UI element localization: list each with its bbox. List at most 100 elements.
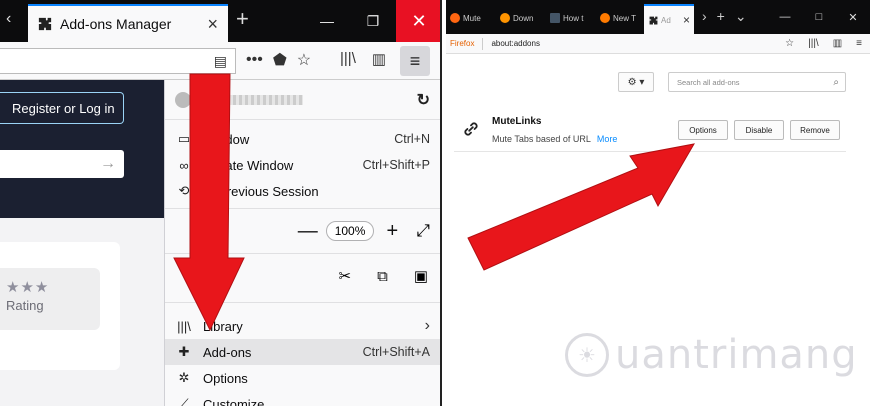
addon-more-link[interactable]: More <box>597 134 618 144</box>
tab-title: How t <box>563 13 584 23</box>
addon-list-item[interactable]: MuteLinks Mute Tabs based of URL More Opt… <box>454 108 846 152</box>
menu-item-customize[interactable]: ⟋ Customize... <box>165 391 440 406</box>
menu-item-library[interactable]: |||\ Library › <box>165 313 440 339</box>
search-addons-input[interactable]: Search all add-ons ⌕ <box>668 72 846 92</box>
url-text[interactable]: about:addons <box>491 39 785 48</box>
hamburger-menu-button[interactable]: ≡ <box>400 46 430 76</box>
puzzle-icon <box>649 16 658 24</box>
menu-item-options[interactable]: ✲ Options <box>165 365 440 391</box>
menu-item-label: Window <box>203 131 250 147</box>
tab-addons-active[interactable]: Ad × <box>644 4 694 34</box>
minimize-button[interactable]: — <box>768 0 802 34</box>
url-divider <box>482 37 484 50</box>
page-body: ★★★ Rating <box>0 218 164 406</box>
puzzle-icon <box>38 17 52 31</box>
menu-item-label: Customize... <box>203 396 276 406</box>
tab-howto[interactable]: How t <box>546 6 583 30</box>
zoom-label: n <box>203 223 211 239</box>
sidebar-icon[interactable]: ▥ <box>833 38 842 49</box>
tab-controls: › + ⌄ <box>702 8 747 25</box>
menu-divider <box>165 302 440 303</box>
address-bar[interactable]: ▤ <box>0 48 236 74</box>
menu-item-restore-session[interactable]: ⟲ re Previous Session <box>165 178 440 204</box>
fullscreen-icon[interactable]: ⤢ <box>416 221 430 241</box>
page-search-input[interactable]: → <box>0 150 124 178</box>
lightbulb-icon: ☀ <box>565 333 609 377</box>
sidebar-icon[interactable]: ▥ <box>372 50 386 68</box>
tab-addons-manager[interactable]: Add-ons Manager × <box>28 4 228 42</box>
reader-view-icon[interactable]: ▤ <box>214 53 227 70</box>
window-controls: — □ ✕ <box>768 0 870 34</box>
library-icon[interactable]: |||\ <box>808 38 819 49</box>
tab-title: New T <box>613 13 636 23</box>
library-icon: |||\ <box>177 318 191 334</box>
options-button[interactable]: Options <box>678 120 728 140</box>
tab-close-icon[interactable]: × <box>207 14 218 35</box>
tab-new[interactable]: New T <box>596 6 636 30</box>
tab-close-icon[interactable]: × <box>683 13 690 27</box>
account-row[interactable]: ↻ <box>165 80 440 120</box>
bookmark-star-icon[interactable]: ☆ <box>785 38 794 49</box>
page-actions-more-icon[interactable]: ••• <box>246 51 263 69</box>
watermark-text: uantrimang <box>615 332 858 378</box>
toolbar-icons: |||\ ▥ <box>340 50 386 68</box>
tab-scroll-left-icon[interactable]: ‹ <box>6 10 11 28</box>
left-tab-bar: ‹ Add-ons Manager × + — ❐ ✕ <box>0 0 442 42</box>
tab-title: Mute <box>463 13 481 23</box>
pocket-icon[interactable]: ⬟ <box>273 50 287 70</box>
menu-item-shortcut: Ctrl+Shift+A <box>362 345 430 359</box>
menu-item-addons[interactable]: ✚ Add-ons Ctrl+Shift+A <box>165 339 440 365</box>
gear-icon: ✲ <box>178 370 190 385</box>
close-window-button[interactable]: ✕ <box>396 0 442 42</box>
bookmark-star-icon[interactable]: ☆ <box>297 50 311 70</box>
cut-icon[interactable]: ✂ <box>339 267 352 285</box>
maximize-button[interactable]: □ <box>802 0 836 34</box>
maximize-button[interactable]: ❐ <box>350 0 396 42</box>
menu-item-private-window[interactable]: ∞ Private Window Ctrl+Shift+P <box>165 152 440 178</box>
menu-item-new-window[interactable]: ▭ Window Ctrl+N <box>165 126 440 152</box>
addon-description: Mute Tabs based of URL <box>492 134 591 144</box>
chevron-right-icon: › <box>424 317 430 334</box>
new-tab-button[interactable]: + <box>236 6 249 32</box>
puzzle-icon: ✚ <box>178 344 190 359</box>
sync-icon[interactable]: ↻ <box>417 90 430 110</box>
tab-title: Add-ons Manager <box>60 16 172 32</box>
addon-card: ★★★ Rating <box>0 242 120 370</box>
rating-box: ★★★ Rating <box>0 268 100 330</box>
menu-item-label: Library <box>203 318 243 334</box>
search-placeholder: Search all add-ons <box>677 77 740 87</box>
zoom-in-button[interactable]: + <box>378 220 406 243</box>
menu-item-label: re Previous Session <box>203 183 319 199</box>
hamburger-menu-icon[interactable]: ≡ <box>856 38 862 49</box>
rating-stars: ★★★ <box>6 279 50 296</box>
page-header-dark: Register or Log in → <box>0 80 164 218</box>
menu-divider <box>165 253 440 254</box>
library-icon[interactable]: |||\ <box>340 50 356 68</box>
tab-scroll-right-icon[interactable]: › <box>702 8 707 25</box>
firefox-favicon-icon <box>450 13 460 23</box>
search-icon: ⌕ <box>833 76 839 88</box>
copy-icon[interactable]: ⧉ <box>377 268 388 285</box>
remove-button[interactable]: Remove <box>790 120 840 140</box>
zoom-row: n — 100% + ⤢ <box>165 213 440 249</box>
disable-button[interactable]: Disable <box>734 120 784 140</box>
tab-list-icon[interactable]: ⌄ <box>735 8 747 25</box>
zoom-reset-button[interactable]: 100% <box>325 221 375 241</box>
addons-tools-button[interactable]: ⚙ ▾ <box>618 72 654 92</box>
minimize-button[interactable]: — <box>304 0 350 42</box>
menu-item-shortcut: Ctrl+Shift+P <box>362 158 430 172</box>
right-tab-bar: Mute Down How t New T Ad × › + ⌄ — □ ✕ <box>446 0 870 34</box>
restore-session-icon: ⟲ <box>178 183 190 198</box>
tab-mute[interactable]: Mute <box>446 6 481 30</box>
register-login-button[interactable]: Register or Log in <box>0 92 124 124</box>
menu-item-label: Add-ons <box>203 344 252 360</box>
tab-title: Down <box>513 13 534 23</box>
paste-icon[interactable]: ▣ <box>414 267 428 285</box>
menu-item-label: Options <box>203 370 248 386</box>
tab-download[interactable]: Down <box>496 6 533 30</box>
close-window-button[interactable]: ✕ <box>836 0 870 34</box>
addon-name: MuteLinks <box>492 116 542 127</box>
zoom-out-button[interactable]: — <box>294 220 322 243</box>
new-tab-button[interactable]: + <box>717 8 725 25</box>
address-bar[interactable]: Firefox about:addons ☆ |||\ ▥ ≡ <box>446 34 870 54</box>
